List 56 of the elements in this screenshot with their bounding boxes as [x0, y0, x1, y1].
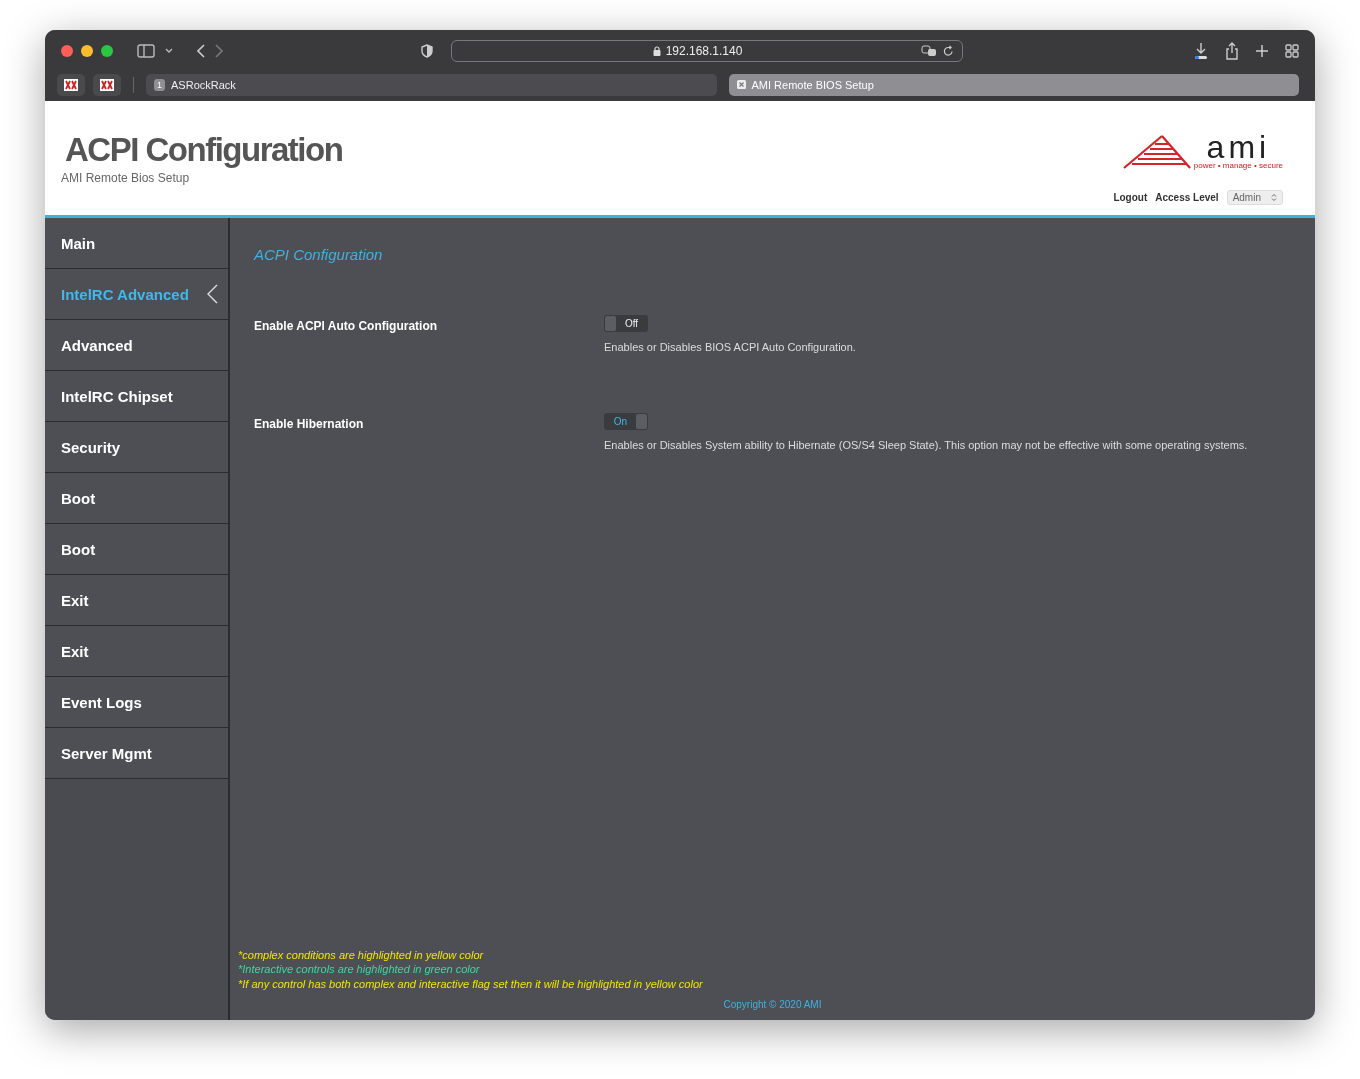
- sidebar-item[interactable]: Event Logs: [45, 677, 228, 728]
- tab-title: AMI Remote BIOS Setup: [751, 78, 874, 91]
- stepper-icon: [1271, 193, 1277, 202]
- tab-overview-icon[interactable]: [1285, 44, 1299, 58]
- sidebar-item[interactable]: IntelRC Advanced: [45, 269, 228, 320]
- pyramid-logo-icon: [1121, 134, 1192, 170]
- sidebar-item[interactable]: Boot: [45, 524, 228, 575]
- address-bar[interactable]: 192.168.1.140: [451, 40, 963, 62]
- chevron-left-icon: [206, 284, 218, 304]
- logout-link[interactable]: Logout: [1113, 192, 1148, 203]
- setting-description: Enables or Disables BIOS ACPI Auto Configuration.: [604, 341, 856, 353]
- setting-label: Enable Hibernation: [254, 416, 365, 433]
- zoom-window-icon[interactable]: [101, 45, 113, 57]
- logo-wordmark: ami: [1206, 133, 1271, 161]
- sidebar-item[interactable]: Main: [45, 218, 228, 269]
- legend-note: *complex conditions are highlighted in yellow color: [238, 947, 485, 962]
- url-text: 192.168.1.140: [665, 44, 743, 58]
- page-subtitle: AMI Remote Bios Setup: [61, 171, 191, 185]
- page-favicon-icon: [736, 80, 746, 89]
- page-title: ACPI Configuration: [65, 131, 343, 169]
- browser-tab[interactable]: 1 ASRockRack: [146, 73, 717, 96]
- sidebar-icon[interactable]: [137, 44, 155, 58]
- legend-note: *Interactive controls are highlighted in green color: [238, 962, 481, 977]
- lock-icon: [652, 46, 661, 56]
- toggle-switch[interactable]: On: [604, 413, 648, 430]
- forward-icon[interactable]: [215, 44, 223, 58]
- access-level-label: Access Level: [1155, 192, 1219, 203]
- sidebar-item[interactable]: Security: [45, 422, 228, 473]
- sidebar-item[interactable]: IntelRC Chipset: [45, 371, 228, 422]
- sidebar-item[interactable]: Exit: [45, 626, 228, 677]
- logo-tagline: power • manage • secure: [1193, 161, 1283, 170]
- chevron-down-icon[interactable]: [165, 48, 173, 54]
- share-icon[interactable]: [1225, 42, 1239, 60]
- minimize-window-icon[interactable]: [81, 45, 93, 57]
- section-heading: ACPI Configuration: [254, 246, 384, 263]
- download-icon[interactable]: [1193, 42, 1209, 60]
- back-icon[interactable]: [197, 44, 205, 58]
- sidebar-item[interactable]: Server Mgmt: [45, 728, 228, 779]
- reload-icon[interactable]: [943, 45, 954, 57]
- sidebar-item[interactable]: Boot: [45, 473, 228, 524]
- setting-label: Enable ACPI Auto Configuration: [254, 318, 439, 335]
- tab-number-badge: 1: [154, 78, 165, 91]
- legend-note: *If any control has both complex and interactive flag set then it will be highlighted in yellow color: [238, 976, 704, 991]
- shield-icon[interactable]: [421, 44, 433, 58]
- plus-icon[interactable]: [1255, 44, 1269, 58]
- sidebar-item[interactable]: Advanced: [45, 320, 228, 371]
- access-level-select[interactable]: Admin: [1226, 190, 1283, 205]
- close-window-icon[interactable]: [61, 45, 73, 57]
- toggle-switch[interactable]: Off: [604, 315, 648, 332]
- tab-title: ASRockRack: [171, 78, 236, 91]
- copyright-text: Copyright © 2020 AMI: [723, 999, 822, 1010]
- bookmark-favicon-icon[interactable]: [57, 73, 85, 96]
- bookmark-favicon-icon[interactable]: [93, 73, 121, 96]
- translate-icon[interactable]: [921, 45, 937, 57]
- sidebar-item[interactable]: Exit: [45, 575, 228, 626]
- setting-description: Enables or Disables System ability to Hibernate (OS/S4 Sleep State). This option may not be effective with some operating systems.: [604, 439, 1248, 451]
